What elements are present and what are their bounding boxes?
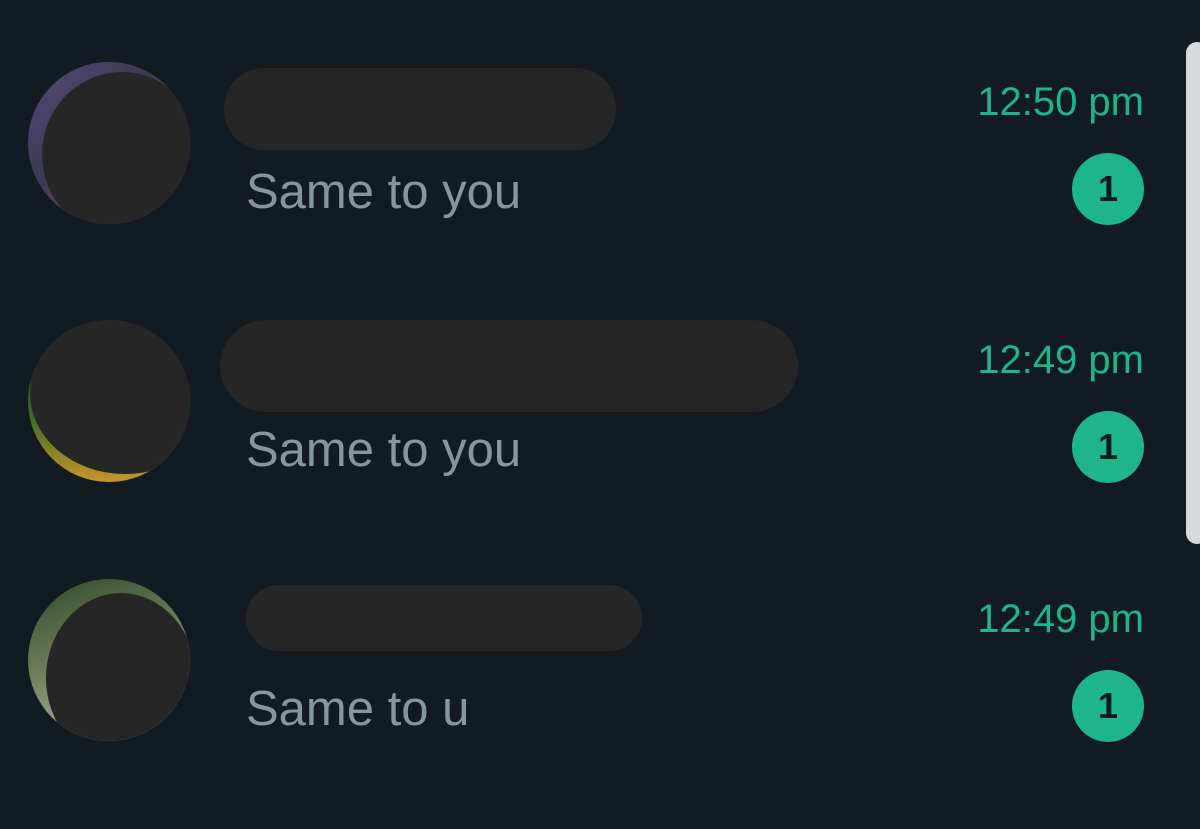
last-message-time: 12:50 pm [977, 80, 1144, 124]
contact-avatar[interactable] [28, 320, 190, 482]
unread-count-badge: 1 [1072, 411, 1144, 483]
last-message-preview: Same to u [246, 682, 470, 736]
unread-count-badge: 1 [1072, 670, 1144, 742]
contact-name-redacted [220, 320, 798, 412]
last-message-preview: Same to you [246, 165, 522, 219]
chat-list-item[interactable]: Same to u 12:49 pm 1 [0, 577, 1180, 829]
scrollbar-thumb[interactable] [1186, 42, 1200, 544]
last-message-time: 12:49 pm [977, 597, 1144, 641]
contact-name-redacted [246, 585, 642, 651]
chat-list-item[interactable]: Same to you 12:50 pm 1 [0, 60, 1180, 320]
contact-name-redacted [224, 68, 616, 150]
contact-avatar[interactable] [28, 62, 190, 224]
unread-count-badge: 1 [1072, 153, 1144, 225]
chat-list-item[interactable]: Same to you 12:49 pm 1 [0, 318, 1180, 578]
contact-avatar[interactable] [28, 579, 190, 741]
chat-list-screen: Same to you 12:50 pm 1 Same to you 12:49… [0, 0, 1200, 829]
last-message-time: 12:49 pm [977, 338, 1144, 382]
last-message-preview: Same to you [246, 423, 522, 477]
